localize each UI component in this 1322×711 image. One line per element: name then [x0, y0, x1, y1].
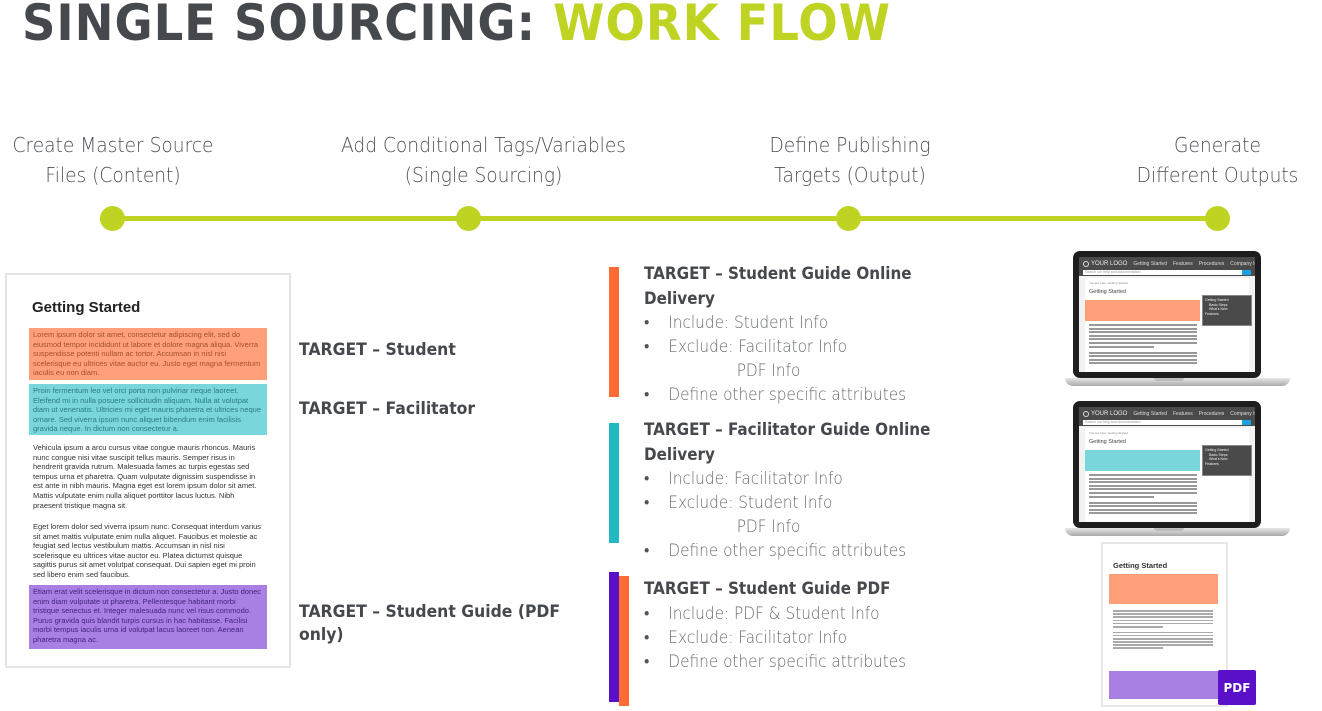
nav-item: Getting Started [1133, 260, 1167, 267]
nav-item: Getting Started [1133, 410, 1167, 417]
site-search: Search our help and documentation [1083, 270, 1242, 275]
pdf-heading: Getting Started [1113, 561, 1168, 570]
page-heading: Getting Started [1089, 439, 1126, 445]
target-item: Exclude: Facilitator Info [644, 626, 941, 650]
pdf-icon: PDF [1218, 670, 1256, 705]
timeline-dot [456, 206, 481, 231]
target-title: TARGET – Facilitator Guide Online Delive… [644, 420, 931, 464]
target-facilitator-online: TARGET – Facilitator Guide Online Delive… [644, 418, 974, 563]
target-title: TARGET – Student Guide Online Delivery [644, 264, 912, 308]
student-highlight [1109, 574, 1218, 604]
target-item: Exclude: Facilitator Info [644, 335, 941, 359]
step-create-master: Create Master Source Files (Content) [6, 130, 220, 190]
target-student-online: TARGET – Student Guide Online Delivery I… [644, 262, 974, 407]
target-item: Include: Facilitator Info [644, 467, 941, 491]
pdf-highlight [1109, 671, 1218, 699]
target-item: Define other specific attributes [644, 539, 941, 563]
target-list: Include: Facilitator Info Exclude: Stude… [644, 467, 974, 563]
timeline-line [112, 216, 1218, 221]
target-bar-orange [609, 267, 619, 397]
doc-heading: Getting Started [32, 299, 141, 316]
body-text [1089, 324, 1197, 366]
student-content-block: Lorem ipsum dolor sit amet, consectetur … [29, 328, 267, 380]
student-highlight [1085, 300, 1200, 321]
target-item: PDF Info [736, 517, 801, 537]
pdf-output-document: Getting Started [1101, 542, 1228, 707]
logo-icon [1083, 410, 1089, 417]
step-line2: Targets (Output) [774, 163, 926, 187]
logo-text: YOUR LOGO [1091, 410, 1128, 417]
tag-facilitator: TARGET – Facilitator [299, 399, 476, 419]
step-line1: Add Conditional Tags/Variables [341, 133, 626, 157]
toc-item: Features [1205, 311, 1219, 316]
facilitator-content-block: Proin fermentum leo vel orci porta non p… [29, 384, 267, 435]
logo-icon [1083, 260, 1089, 267]
laptop-screen: YOUR LOGO Getting Started Features Procedu… [1073, 401, 1261, 528]
laptop-notch [1154, 378, 1184, 381]
toc-menu: Getting Started Basic Steps What's New Feat… [1202, 295, 1252, 326]
step-line1: Create Master Source [12, 133, 214, 157]
facilitator-highlight [1085, 450, 1200, 471]
nav-item: Procedures [1198, 260, 1225, 267]
nav-item: Company Information [1230, 260, 1255, 267]
step-line1: Generate [1174, 133, 1261, 157]
site-search: Search our help and documentation [1083, 420, 1242, 425]
breadcrumb: You are here: Getting Started [1089, 431, 1128, 435]
body-text [1089, 474, 1197, 516]
target-bar-purple [609, 572, 619, 702]
target-item: Define other specific attributes [644, 650, 941, 674]
target-bar-teal [609, 423, 619, 543]
tag-student: TARGET – Student [299, 340, 456, 360]
toc-menu: Getting Started Basic Steps What's New Feat… [1202, 445, 1252, 476]
body-text [1113, 610, 1213, 651]
page-heading: Getting Started [1089, 289, 1126, 295]
shared-content-block: Vehicula ipsum a arcu cursus vitae congu… [33, 443, 257, 510]
shared-content-block: Eget lorem dolor sed viverra ipsum nunc.… [33, 522, 262, 579]
master-source-document: Getting Started Lorem ipsum dolor sit am… [5, 273, 291, 668]
toc-item: Features [1205, 461, 1219, 466]
nav-item: Procedures [1198, 410, 1225, 417]
target-student-pdf: TARGET – Student Guide PDF Include: PDF … [644, 577, 974, 674]
page-title: SINGLE SOURCING: WORK FLOW [22, 0, 891, 52]
laptop-student-output: YOUR LOGO Getting Started Features Procedu… [1065, 248, 1290, 393]
breadcrumb: You are here: Getting Started [1089, 281, 1128, 285]
target-item: Define other specific attributes [644, 383, 941, 407]
step-line2: Different Outputs [1136, 163, 1299, 187]
target-list: Include: PDF & Student Info Exclude: Fac… [644, 602, 974, 674]
laptop-facilitator-output: YOUR LOGO Getting Started Features Procedu… [1065, 398, 1290, 543]
step-line2: Files (Content) [45, 163, 181, 187]
logo: YOUR LOGO [1083, 410, 1128, 417]
target-bar-orange [619, 576, 629, 706]
nav-item: Features [1172, 260, 1193, 267]
pdf-content-block: Etiam erat velit scelerisque in dictum n… [29, 585, 267, 649]
site-nav: YOUR LOGO Getting Started Features Procedu… [1079, 257, 1255, 270]
step-add-tags: Add Conditional Tags/Variables (Single So… [323, 130, 644, 190]
title-accent: WORK FLOW [553, 0, 891, 52]
laptop-screen: YOUR LOGO Getting Started Features Procedu… [1073, 251, 1261, 378]
target-item: PDF Info [736, 361, 801, 381]
site-nav: YOUR LOGO Getting Started Features Procedu… [1079, 407, 1255, 420]
target-item: Include: Student Info [644, 311, 941, 335]
timeline-dot [100, 206, 125, 231]
target-title: TARGET – Student Guide PDF [644, 579, 891, 598]
timeline-dot [1205, 206, 1230, 231]
timeline-dot [836, 206, 861, 231]
target-item: Include: PDF & Student Info [644, 602, 941, 626]
step-line2: (Single Sourcing) [404, 163, 563, 187]
nav-item: Features [1172, 410, 1193, 417]
search-icon [1242, 420, 1251, 425]
step-define-targets: Define Publishing Targets (Output) [748, 130, 953, 190]
nav-item: Company Information [1230, 410, 1255, 417]
target-item: Exclude: Student Info [644, 491, 941, 515]
step-generate-outputs: Generate Different Outputs [1127, 130, 1308, 190]
logo-text: YOUR LOGO [1091, 260, 1128, 267]
logo: YOUR LOGO [1083, 260, 1128, 267]
target-list: Include: Student Info Exclude: Facilitat… [644, 311, 974, 407]
tag-student-pdf: TARGET – Student Guide (PDF only) [299, 602, 561, 645]
step-line1: Define Publishing [769, 133, 931, 157]
search-icon [1242, 270, 1251, 275]
title-main: SINGLE SOURCING: [22, 0, 554, 52]
laptop-notch [1154, 528, 1184, 531]
